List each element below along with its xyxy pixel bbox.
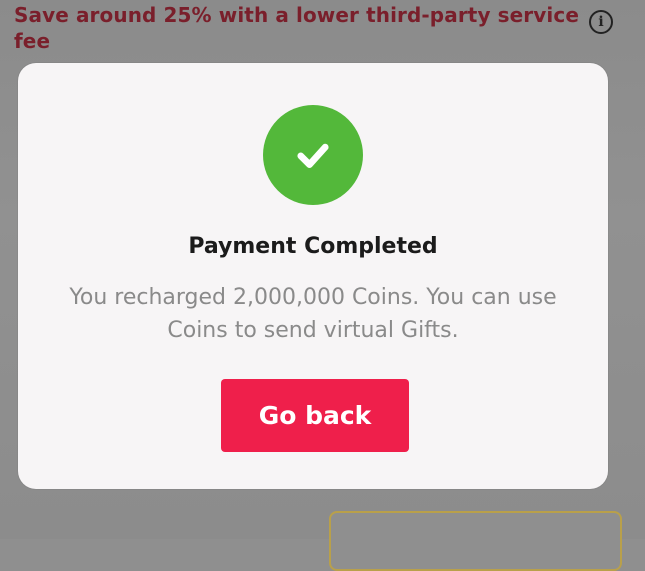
success-badge <box>263 105 363 205</box>
dialog-message: You recharged 2,000,000 Coins. You can u… <box>69 285 557 343</box>
payment-success-dialog: Payment Completed You recharged 2,000,00… <box>18 63 608 489</box>
info-glyph: i <box>598 14 604 30</box>
checkmark-icon <box>297 143 329 168</box>
info-icon[interactable]: i <box>589 10 613 34</box>
go-back-button[interactable]: Go back <box>221 379 409 452</box>
background-option-card <box>329 511 622 571</box>
service-fee-banner: Save around 25% with a lower third-party… <box>14 3 579 53</box>
dialog-title: Payment Completed <box>188 234 438 259</box>
